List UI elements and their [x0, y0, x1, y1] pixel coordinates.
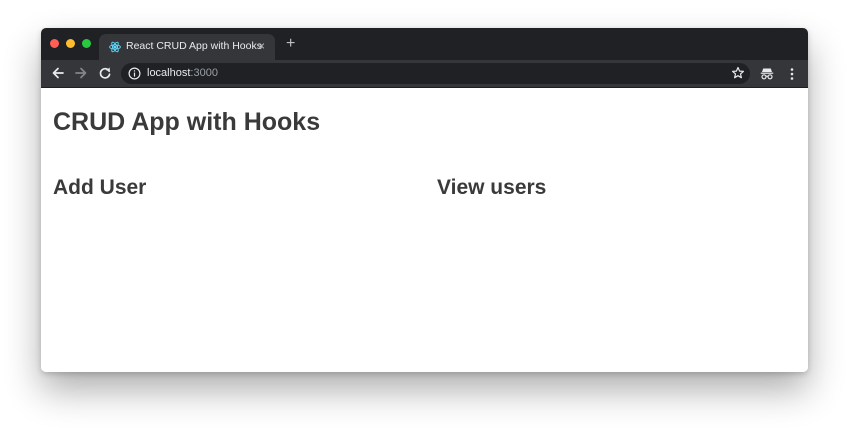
url-text[interactable]: localhost:3000 — [147, 67, 218, 79]
forward-arrow-icon[interactable] — [74, 66, 88, 80]
react-icon — [109, 41, 121, 53]
minimize-window-button[interactable] — [66, 39, 75, 48]
new-tab-button[interactable]: + — [286, 35, 295, 53]
tab-title: React CRUD App with Hooks — [126, 40, 262, 52]
url-host: localhost — [147, 67, 191, 79]
add-user-heading: Add User — [53, 176, 147, 199]
tab-strip: React CRUD App with Hooks × + — [41, 28, 808, 60]
page-content: CRUD App with Hooks Add User View users — [41, 88, 808, 372]
browser-window: React CRUD App with Hooks × + localhost:… — [41, 28, 808, 372]
view-users-heading: View users — [437, 176, 547, 199]
kebab-menu-icon[interactable] — [787, 67, 797, 81]
star-icon[interactable] — [731, 66, 745, 80]
browser-toolbar: localhost:3000 — [41, 60, 808, 88]
maximize-window-button[interactable] — [82, 39, 91, 48]
reload-icon[interactable] — [98, 66, 112, 80]
incognito-icon[interactable] — [760, 67, 774, 80]
tab-active[interactable]: React CRUD App with Hooks × — [99, 34, 275, 60]
close-window-button[interactable] — [50, 39, 59, 48]
back-arrow-icon[interactable] — [51, 66, 65, 80]
url-port: :3000 — [190, 67, 218, 79]
tab-close-button[interactable]: × — [258, 39, 265, 53]
address-bar[interactable]: localhost:3000 — [121, 63, 750, 84]
info-icon[interactable] — [128, 67, 141, 80]
page-title: CRUD App with Hooks — [53, 108, 321, 136]
